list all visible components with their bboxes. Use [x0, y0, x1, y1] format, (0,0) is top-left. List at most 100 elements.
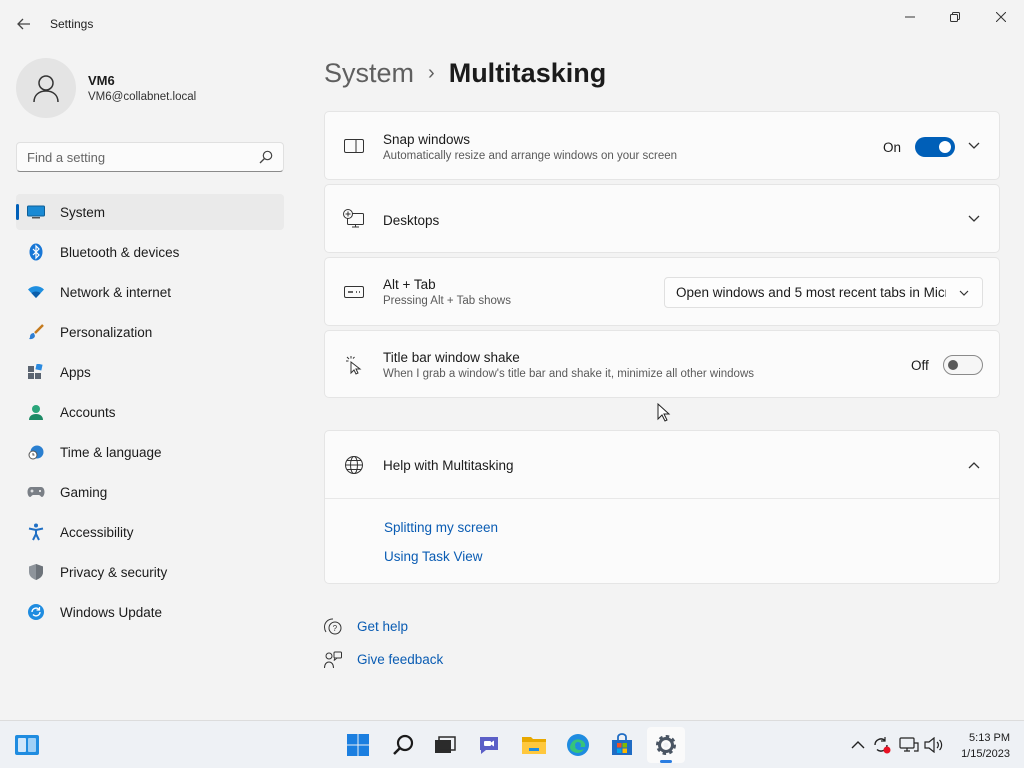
- sidebar-nav: System Bluetooth & devices Network & int…: [16, 194, 284, 634]
- search-icon: [393, 734, 414, 755]
- sidebar-item-label: Time & language: [60, 444, 162, 460]
- chevron-up-icon[interactable]: [967, 458, 981, 472]
- sidebar-item-label: Accounts: [60, 404, 116, 420]
- profile-name: VM6: [88, 73, 115, 88]
- globe-icon: [343, 454, 365, 476]
- settings-button[interactable]: [647, 727, 685, 763]
- snap-windows-state: On: [883, 140, 902, 155]
- snap-windows-toggle[interactable]: [915, 137, 955, 157]
- window-shake-subtitle: When I grab a window's title bar and sha…: [383, 368, 755, 380]
- sidebar-item-label: Privacy & security: [60, 564, 168, 580]
- accessibility-icon: [27, 523, 45, 541]
- minimize-button[interactable]: [887, 4, 933, 30]
- sidebar-item-label: Bluetooth & devices: [60, 244, 180, 260]
- app-title: Settings: [50, 17, 94, 31]
- volume-icon[interactable]: [924, 735, 944, 755]
- close-button[interactable]: [978, 4, 1024, 30]
- alt-tab-title: Alt + Tab: [383, 277, 436, 292]
- back-button[interactable]: [10, 10, 38, 38]
- taskbar: 5:13 PM 1/15/2023: [0, 720, 1024, 768]
- sidebar-item-accessibility[interactable]: Accessibility: [16, 514, 284, 550]
- restore-icon: [950, 12, 960, 22]
- user-icon: [33, 75, 59, 103]
- title-bar: Settings: [0, 0, 1024, 48]
- sidebar-item-network[interactable]: Network & internet: [16, 274, 284, 310]
- store-button[interactable]: [603, 727, 641, 763]
- clock-time: 5:13 PM: [969, 732, 1010, 744]
- update-icon: [27, 603, 45, 621]
- sidebar-item-apps[interactable]: Apps: [16, 354, 284, 390]
- snap-windows-title: Snap windows: [383, 132, 471, 147]
- edge-button[interactable]: [559, 727, 597, 763]
- desktops-card[interactable]: Desktops: [324, 184, 1000, 253]
- widgets-icon[interactable]: [14, 733, 40, 757]
- close-icon: [996, 12, 1006, 22]
- sidebar-item-label: Accessibility: [60, 524, 134, 540]
- apps-icon: [27, 363, 45, 381]
- sidebar-item-time-language[interactable]: Time & language: [16, 434, 284, 470]
- network-icon[interactable]: [899, 735, 919, 755]
- brush-icon: [27, 323, 45, 341]
- get-help-icon: ?: [323, 617, 343, 637]
- alt-tab-selected-value: Open windows and 5 most recent tabs in M…: [676, 285, 946, 300]
- keyboard-alt-tab-icon: [343, 281, 365, 303]
- window-shake-toggle[interactable]: [943, 355, 983, 375]
- start-icon: [347, 734, 369, 756]
- user-profile[interactable]: VM6 VM6@collabnet.local: [16, 58, 196, 118]
- start-button[interactable]: [339, 727, 377, 763]
- sidebar-item-system[interactable]: System: [16, 194, 284, 230]
- clock-date: 1/15/2023: [961, 748, 1010, 760]
- taskbar-clock[interactable]: 5:13 PM 1/15/2023: [961, 730, 1010, 762]
- chevron-down-icon[interactable]: [967, 139, 981, 153]
- chat-icon: [480, 737, 498, 754]
- search-input[interactable]: [17, 143, 247, 171]
- system-icon: [27, 203, 45, 221]
- sidebar-item-bluetooth[interactable]: Bluetooth & devices: [16, 234, 284, 270]
- sidebar-item-gaming[interactable]: Gaming: [16, 474, 284, 510]
- chevron-up-icon[interactable]: [848, 735, 868, 755]
- get-help-link[interactable]: Get help: [357, 619, 408, 634]
- task-view-button[interactable]: [426, 727, 464, 763]
- breadcrumb-separator: ›: [428, 62, 435, 84]
- help-link-task-view[interactable]: Using Task View: [384, 549, 483, 564]
- help-link-splitting-screen[interactable]: Splitting my screen: [384, 520, 498, 535]
- sidebar-item-accounts[interactable]: Accounts: [16, 394, 284, 430]
- alt-tab-dropdown[interactable]: Open windows and 5 most recent tabs in M…: [664, 277, 983, 308]
- page-title: Multitasking: [448, 58, 607, 88]
- store-icon: [612, 733, 632, 755]
- restore-button[interactable]: [932, 4, 978, 30]
- alt-tab-card: Alt + Tab Pressing Alt + Tab shows Open …: [324, 257, 1000, 326]
- window-shake-title: Title bar window shake: [383, 350, 520, 365]
- chevron-down-icon[interactable]: [967, 212, 981, 226]
- shake-cursor-icon: [343, 354, 365, 376]
- sidebar-item-privacy[interactable]: Privacy & security: [16, 554, 284, 590]
- back-arrow-icon: [17, 18, 30, 30]
- give-feedback-link[interactable]: Give feedback: [357, 652, 443, 667]
- sidebar-item-label: Windows Update: [60, 604, 163, 620]
- divider: [325, 498, 999, 499]
- chat-button[interactable]: [470, 727, 508, 763]
- task-view-icon: [435, 736, 456, 753]
- breadcrumb-parent[interactable]: System: [324, 58, 414, 89]
- desktops-icon: [343, 208, 365, 230]
- snap-windows-card[interactable]: Snap windows Automatically resize and ar…: [324, 111, 1000, 180]
- shield-icon: [27, 563, 45, 581]
- svg-text:?: ?: [333, 624, 338, 633]
- file-explorer-button[interactable]: [515, 727, 553, 763]
- window-shake-state: Off: [911, 358, 929, 373]
- sync-icon[interactable]: [872, 735, 892, 755]
- breadcrumb: System › Multitasking: [324, 58, 606, 89]
- search-box[interactable]: [16, 142, 284, 172]
- edge-icon: [567, 734, 589, 756]
- taskbar-search-button[interactable]: [384, 727, 422, 763]
- sidebar-item-windows-update[interactable]: Windows Update: [16, 594, 284, 630]
- sidebar-item-personalization[interactable]: Personalization: [16, 314, 284, 350]
- desktops-title: Desktops: [383, 213, 440, 228]
- profile-email: VM6@collabnet.local: [88, 91, 197, 103]
- bluetooth-icon: [27, 243, 45, 261]
- gamepad-icon: [27, 483, 45, 501]
- sidebar-item-label: System: [60, 204, 106, 220]
- chevron-down-icon: [959, 290, 969, 296]
- help-card: Help with Multitasking Splitting my scre…: [324, 430, 1000, 584]
- help-header[interactable]: Help with Multitasking: [325, 431, 999, 498]
